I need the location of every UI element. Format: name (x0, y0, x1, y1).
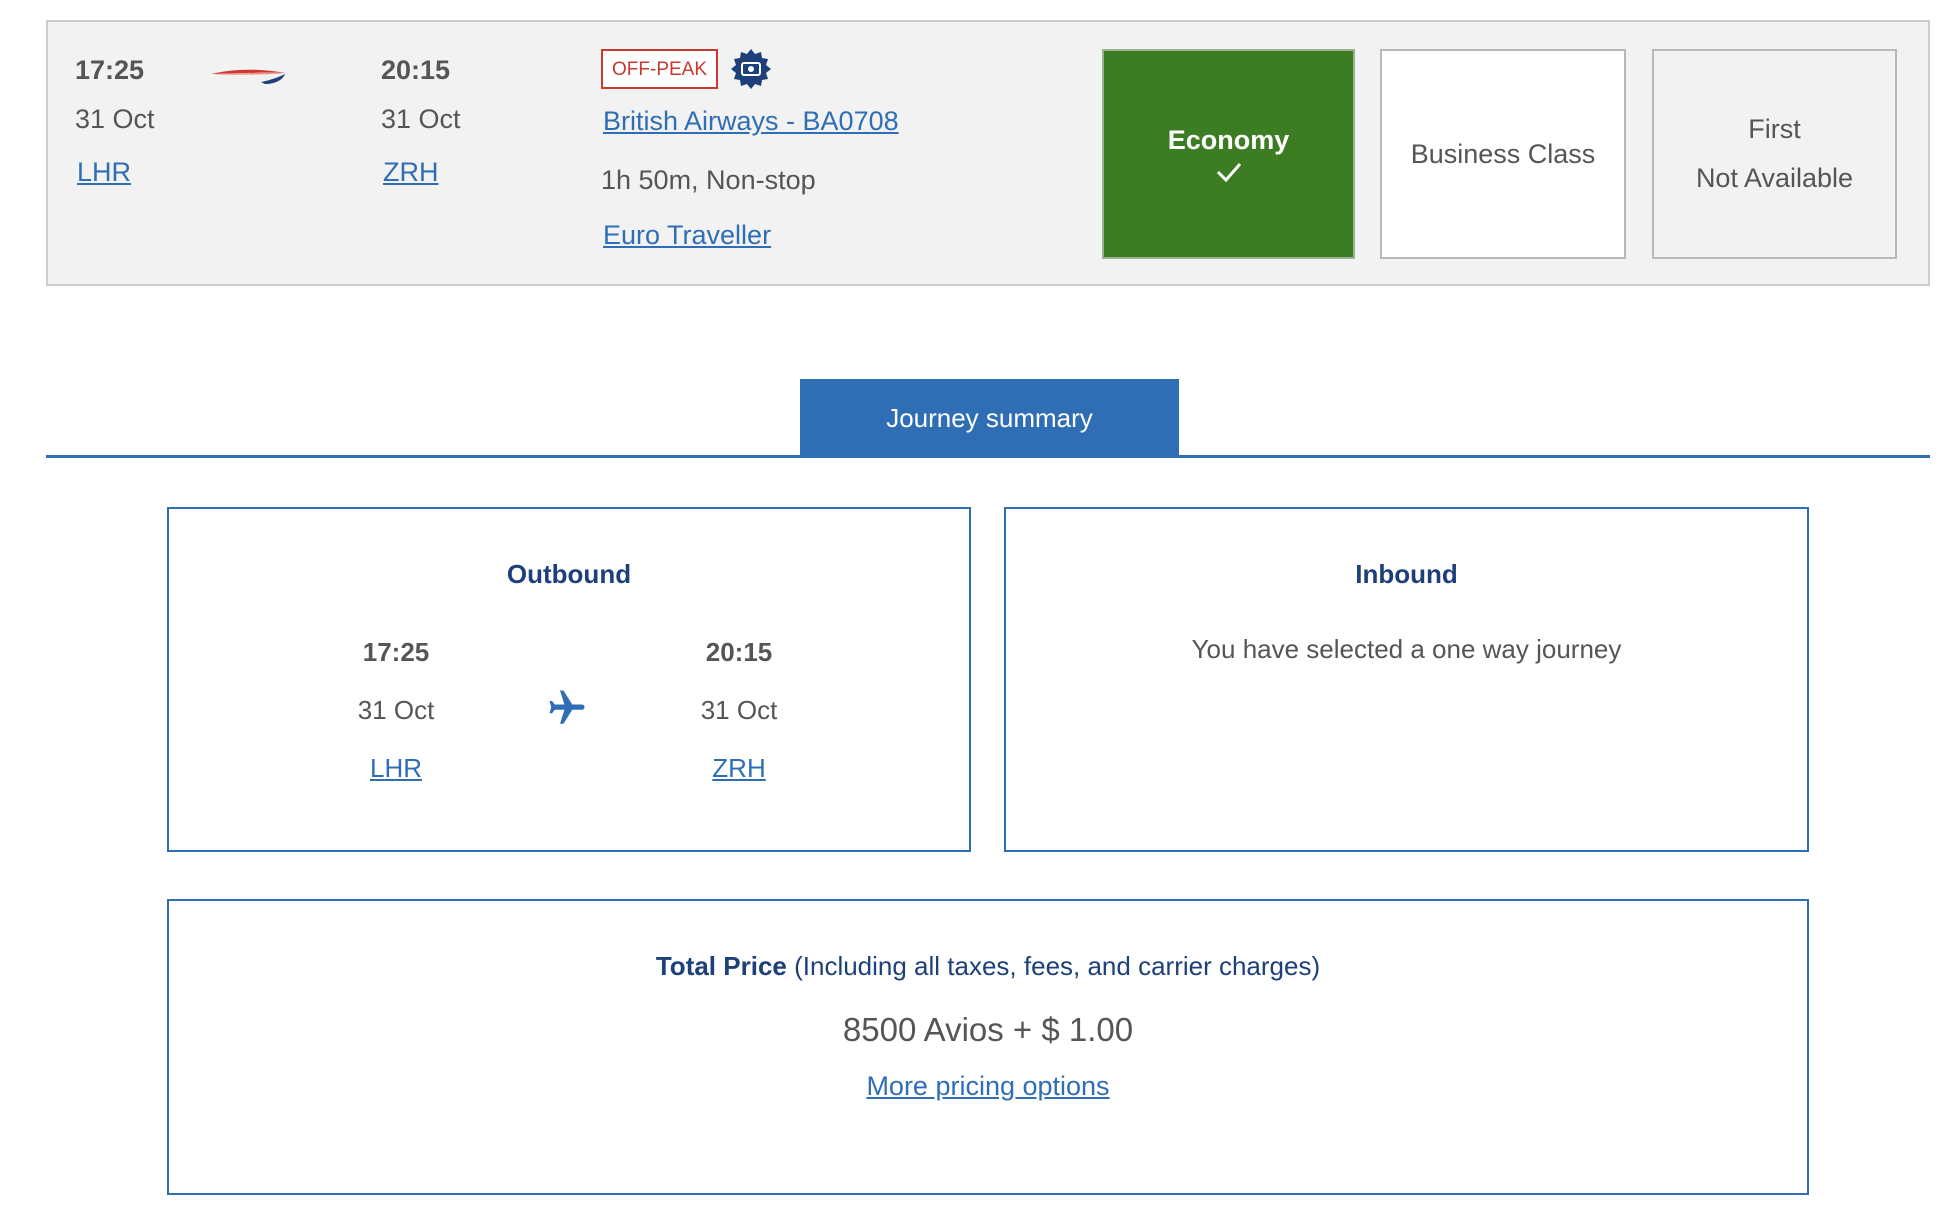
economy-label: Economy (1167, 124, 1290, 155)
flight-result-row: 17:25 31 Oct LHR 20:15 31 Oct ZRH OFF-PE… (46, 20, 1930, 286)
total-price-amount: 8500 Avios + $ 1.00 (842, 1011, 1134, 1048)
total-price-label: Total Price (655, 951, 787, 981)
offpeak-seal-icon (731, 49, 771, 89)
total-price-box: Total Price (Including all taxes, fees, … (167, 899, 1809, 1195)
one-way-message: You have selected a one way journey (1191, 634, 1622, 664)
more-pricing-options-link[interactable]: More pricing options (866, 1071, 1109, 1101)
depart-airport-link[interactable]: LHR (77, 157, 131, 188)
arrive-date: 31 Oct (381, 104, 461, 134)
tab-underline (46, 455, 1930, 458)
first-status: Not Available (1695, 163, 1854, 193)
cabin-name-link[interactable]: Euro Traveller (603, 220, 771, 251)
depart-date: 31 Oct (75, 104, 155, 134)
offpeak-tag: OFF-PEAK (601, 49, 719, 89)
business-label: Business Class (1410, 138, 1596, 169)
outbound-depart-time: 17:25 (362, 637, 430, 667)
economy-cabin-option[interactable]: Economy (1102, 49, 1355, 259)
flight-number-link[interactable]: British Airways - BA0708 (603, 106, 899, 137)
outbound-depart-date: 31 Oct (357, 695, 435, 725)
outbound-arrive-time: 20:15 (705, 637, 773, 667)
arrive-time: 20:15 (381, 55, 451, 85)
airplane-icon (549, 690, 585, 724)
outbound-depart-airport-link[interactable]: LHR (370, 753, 422, 783)
depart-time: 17:25 (75, 55, 145, 85)
first-label: First (1748, 114, 1801, 144)
outbound-arrive-date: 31 Oct (700, 695, 778, 725)
outbound-arrive-airport-link[interactable]: ZRH (712, 753, 765, 783)
tab-journey-summary[interactable]: Journey summary (800, 379, 1179, 457)
inbound-summary-box: Inbound You have selected a one way jour… (1004, 507, 1809, 852)
checkmark-icon (1216, 162, 1241, 182)
outbound-title: Outbound (506, 559, 632, 589)
outbound-summary-box: Outbound 17:25 31 Oct LHR 20:15 31 Oct Z… (167, 507, 971, 852)
first-cabin-option: First Not Available (1652, 49, 1897, 259)
ba-speedmarque-logo (211, 69, 285, 84)
duration-text: 1h 50m, Non-stop (601, 165, 816, 195)
business-cabin-option[interactable]: Business Class (1380, 49, 1626, 259)
total-price-heading: Total Price (Including all taxes, fees, … (169, 951, 1807, 982)
arrive-airport-link[interactable]: ZRH (383, 157, 439, 188)
total-price-note: (Including all taxes, fees, and carrier … (786, 951, 1321, 981)
inbound-title: Inbound (1355, 559, 1458, 589)
